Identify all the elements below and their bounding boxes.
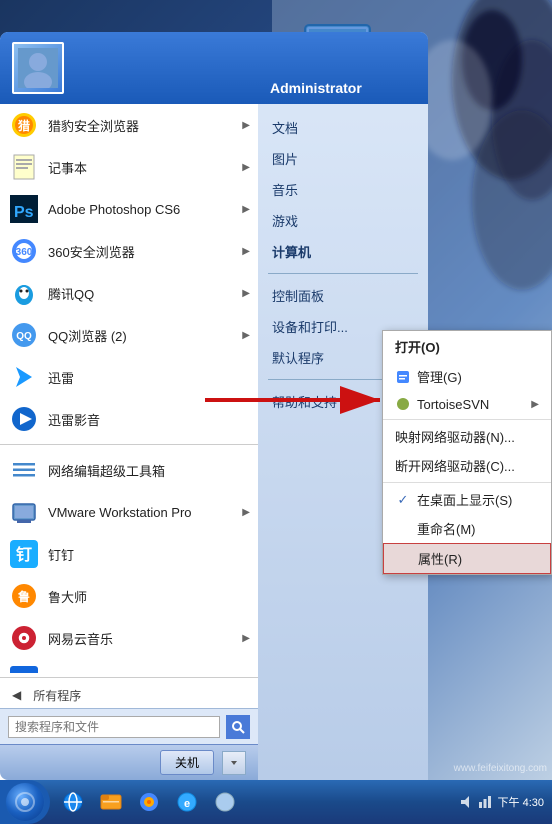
xunlei-video-icon — [8, 403, 40, 435]
right-menu-control-panel[interactable]: 控制面板 — [258, 280, 428, 311]
clock: 下午 4:30 — [498, 794, 544, 810]
menu-item-neteditor[interactable]: 网络编辑超级工具箱 — [0, 449, 258, 491]
vmware-icon — [8, 496, 40, 528]
start-button[interactable] — [0, 780, 50, 824]
leopard-browser-icon: 猎 — [8, 109, 40, 141]
ctx-rename[interactable]: 重命名(M) — [383, 514, 551, 543]
svg-text:鲁: 鲁 — [17, 589, 30, 604]
ctx-divider-2 — [383, 482, 551, 483]
qqbrowser-icon: QQ — [8, 319, 40, 351]
search-bar — [0, 708, 258, 744]
arrow-icon: ▶ — [242, 288, 250, 299]
360browser-icon: 360 — [8, 235, 40, 267]
menu-divider — [0, 444, 258, 445]
menu-items-list: 猎 猎豹安全浏览器 ▶ 记事本 ▶ — [0, 104, 258, 673]
menu-item-dingding[interactable]: 钉 钉钉 — [0, 533, 258, 575]
tortoise-icon — [395, 396, 411, 412]
right-menu-pictures[interactable]: 图片 — [258, 143, 428, 174]
arrow-icon: ▶ — [242, 204, 250, 215]
context-menu: 打开(O) 管理(G) TortoiseSVN ▶ 映射网络驱动器(N)... … — [382, 330, 552, 575]
ludashi-icon: 鲁 — [8, 580, 40, 612]
taskbar-right-area: 下午 4:30 — [458, 794, 552, 810]
menu-item-vmware[interactable]: VMware Workstation Pro ▶ — [0, 491, 258, 533]
ctx-divider-1 — [383, 419, 551, 420]
ctx-map-drive[interactable]: 映射网络驱动器(N)... — [383, 422, 551, 451]
arrow-icon: ▶ — [242, 330, 250, 341]
menu-item-xunlei-video[interactable]: 迅雷影音 — [0, 398, 258, 440]
menu-item-qqbrowser[interactable]: QQ QQ浏览器 (2) ▶ — [0, 314, 258, 356]
ctx-tortoise[interactable]: TortoiseSVN ▶ — [383, 391, 551, 417]
svg-text:360: 360 — [16, 247, 33, 258]
start-menu-header — [0, 32, 258, 104]
xunlei-icon — [8, 361, 40, 393]
all-programs-item[interactable]: ◀ 所有程序 — [0, 682, 258, 708]
qq-icon — [8, 277, 40, 309]
menu-item-360browser[interactable]: 360 360安全浏览器 ▶ — [0, 230, 258, 272]
right-menu-header: Administrator — [258, 32, 428, 104]
arrow-icon: ▶ — [242, 162, 250, 173]
ctx-properties[interactable]: 属性(R) — [383, 543, 551, 574]
neteditor-icon — [8, 454, 40, 486]
checkmark-icon: ✓ — [395, 492, 411, 508]
search-input[interactable] — [8, 716, 220, 738]
start-orb[interactable] — [6, 783, 44, 821]
menu-item-notepad[interactable]: 记事本 ▶ — [0, 146, 258, 188]
right-menu-computer[interactable]: 计算机 — [258, 236, 428, 267]
network-icon[interactable] — [477, 794, 493, 810]
taskbar-ie-icon[interactable] — [57, 786, 89, 818]
programs-arrow: ◀ — [12, 688, 21, 702]
svg-text:Ps: Ps — [14, 204, 34, 221]
menu-item-xunlei[interactable]: 迅雷 — [0, 356, 258, 398]
notepad-icon — [8, 151, 40, 183]
menu-item-qq[interactable]: 腾讯QQ ▶ — [0, 272, 258, 314]
menu-item-netease-music[interactable]: 网易云音乐 ▶ — [0, 617, 258, 659]
dingding-icon: 钉 — [8, 538, 40, 570]
menu-item-ludashi[interactable]: 鲁 鲁大师 — [0, 575, 258, 617]
shutdown-bar: 关机 — [0, 744, 258, 780]
netease-music-icon — [8, 622, 40, 654]
shutdown-arrow-button[interactable] — [222, 751, 246, 775]
arrow-icon: ▶ — [242, 633, 250, 644]
ctx-manage[interactable]: 管理(G) — [383, 362, 551, 391]
taskbar-ie2-icon[interactable]: e — [171, 786, 203, 818]
menu-item-qqvideo[interactable]: Q QQ影音 — [0, 659, 258, 673]
photoshop-icon: Ps — [8, 193, 40, 225]
arrow-icon: ▶ — [242, 507, 250, 518]
start-menu-left-panel: 猎 猎豹安全浏览器 ▶ 记事本 ▶ — [0, 32, 258, 780]
right-menu-documents[interactable]: 文档 — [258, 112, 428, 143]
ctx-show-desktop[interactable]: ✓ 在桌面上显示(S) — [383, 485, 551, 514]
taskbar-explorer-icon[interactable] — [95, 786, 127, 818]
ctx-disconnect-drive[interactable]: 断开网络驱动器(C)... — [383, 451, 551, 480]
arrow-icon: ▶ — [242, 246, 250, 257]
ctx-open[interactable]: 打开(O) — [383, 331, 551, 362]
search-button[interactable] — [226, 715, 250, 739]
manage-icon — [395, 369, 411, 385]
taskbar-app-icon[interactable] — [209, 786, 241, 818]
qqvideo-icon: Q — [8, 664, 40, 673]
volume-icon[interactable] — [458, 794, 474, 810]
right-menu-games[interactable]: 游戏 — [258, 205, 428, 236]
right-divider-1 — [268, 273, 418, 274]
right-menu-music[interactable]: 音乐 — [258, 174, 428, 205]
ctx-arrow-icon: ▶ — [531, 399, 539, 410]
menu-item-leopard-browser[interactable]: 猎 猎豹安全浏览器 ▶ — [0, 104, 258, 146]
svg-text:猎: 猎 — [18, 118, 30, 133]
arrow-icon: ▶ — [242, 120, 250, 131]
taskbar-browser-icon[interactable] — [133, 786, 165, 818]
svg-text:QQ: QQ — [16, 331, 32, 342]
menu-item-photoshop[interactable]: Ps Adobe Photoshop CS6 ▶ — [0, 188, 258, 230]
bottom-divider — [0, 677, 258, 678]
user-avatar — [12, 42, 64, 94]
taskbar: e 下午 4:30 — [0, 780, 552, 824]
shutdown-button[interactable]: 关机 — [160, 750, 214, 775]
svg-text:e: e — [184, 798, 190, 810]
svg-text:钉: 钉 — [16, 545, 32, 564]
